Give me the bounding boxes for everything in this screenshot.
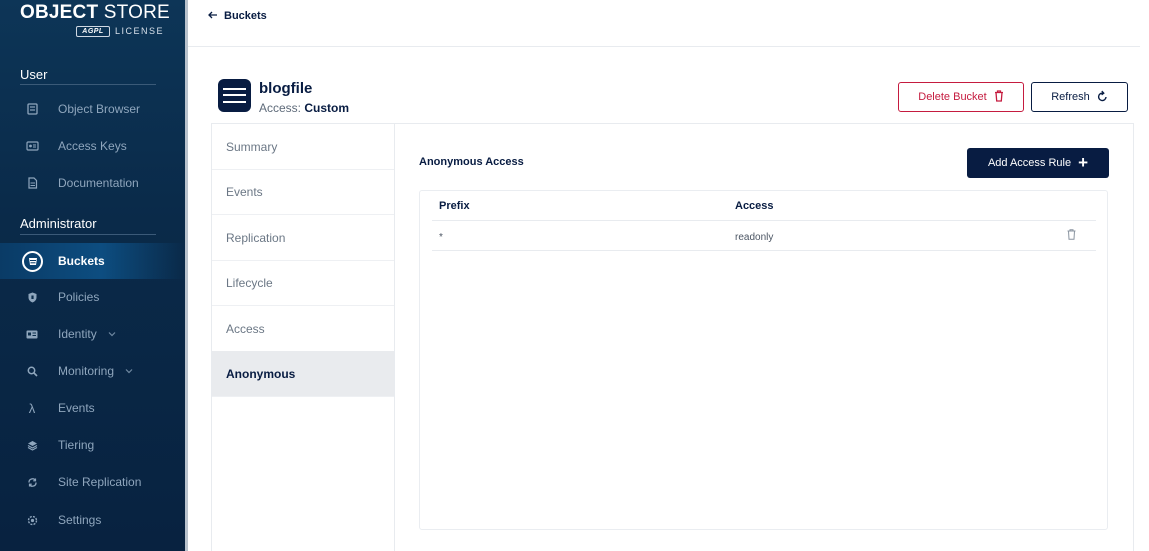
lambda-icon: λ: [28, 400, 36, 416]
tab-events[interactable]: Events: [212, 169, 394, 215]
chevron-down-icon: [108, 330, 116, 339]
add-access-rule-button[interactable]: Add Access Rule +: [967, 148, 1109, 178]
id-card-icon: [24, 326, 40, 342]
logo-title: OBJECT STORE: [20, 2, 170, 23]
sidebar-item-site-replication[interactable]: Site Replication: [0, 464, 185, 500]
shield-icon: [24, 289, 40, 305]
back-to-buckets-link[interactable]: Buckets: [208, 10, 267, 22]
sidebar-item-documentation[interactable]: Documentation: [0, 165, 185, 201]
sidebar-item-policies[interactable]: Policies: [0, 279, 185, 315]
table-row-divider: [432, 250, 1096, 251]
magnifier-icon: [24, 363, 40, 379]
bucket-icon: [218, 79, 251, 112]
layers-icon: [24, 437, 40, 453]
logo: OBJECT STORE AGPL LICENSE: [0, 0, 185, 46]
column-header-access: Access: [735, 200, 774, 212]
bucket-icon: [22, 250, 43, 272]
cell-access: readonly: [735, 232, 774, 243]
refresh-icon: [1097, 90, 1108, 105]
agpl-badge: AGPL: [76, 25, 110, 37]
bucket-tabs: Summary Events Replication Lifecycle Acc…: [212, 124, 395, 551]
document-icon: [24, 175, 40, 191]
sidebar-item-buckets[interactable]: Buckets: [0, 243, 185, 279]
section-title: Anonymous Access: [419, 156, 524, 168]
column-header-prefix: Prefix: [439, 200, 470, 212]
section-user: User: [20, 67, 48, 82]
tab-anonymous[interactable]: Anonymous: [212, 351, 394, 397]
arrow-left-icon: [208, 10, 218, 22]
refresh-button[interactable]: Refresh: [1031, 82, 1128, 112]
sidebar-item-access-keys[interactable]: Access Keys: [0, 128, 185, 164]
bucket-access-status: Access: Custom: [259, 101, 350, 115]
table-header-divider: [432, 220, 1096, 221]
trash-icon: [1067, 227, 1076, 245]
tab-lifecycle[interactable]: Lifecycle: [212, 260, 394, 306]
section-administrator: Administrator: [20, 216, 97, 231]
trash-icon: [994, 89, 1004, 105]
sidebar-item-object-browser[interactable]: Object Browser: [0, 91, 185, 127]
sidebar-item-tiering[interactable]: Tiering: [0, 427, 185, 463]
section-divider: [20, 234, 156, 235]
sidebar-item-settings[interactable]: Settings: [0, 502, 185, 538]
sidebar: OBJECT STORE AGPL LICENSE User Object Br…: [0, 0, 185, 551]
bucket-browser-icon: [24, 101, 40, 117]
section-divider: [20, 84, 156, 85]
sync-icon: [24, 474, 40, 490]
top-bar: Buckets: [188, 0, 1140, 47]
sidebar-item-identity[interactable]: Identity: [0, 316, 185, 352]
plus-icon: +: [1078, 153, 1089, 172]
key-icon: [24, 138, 40, 154]
chevron-down-icon: [125, 367, 133, 376]
tab-summary[interactable]: Summary: [212, 124, 394, 170]
delete-bucket-button[interactable]: Delete Bucket: [898, 82, 1024, 112]
license-label: LICENSE: [115, 26, 165, 36]
sidebar-scrollbar[interactable]: [185, 0, 188, 551]
bucket-name: blogfile: [259, 80, 313, 97]
sidebar-item-events[interactable]: λ Events: [0, 390, 185, 426]
sidebar-item-monitoring[interactable]: Monitoring: [0, 353, 185, 389]
tab-replication[interactable]: Replication: [212, 215, 394, 261]
gear-icon: [24, 512, 40, 528]
cell-prefix: *: [439, 232, 443, 243]
app-window: OBJECT STORE AGPL LICENSE User Object Br…: [0, 0, 1149, 551]
tab-access[interactable]: Access: [212, 306, 394, 352]
delete-rule-button[interactable]: [1062, 228, 1080, 244]
